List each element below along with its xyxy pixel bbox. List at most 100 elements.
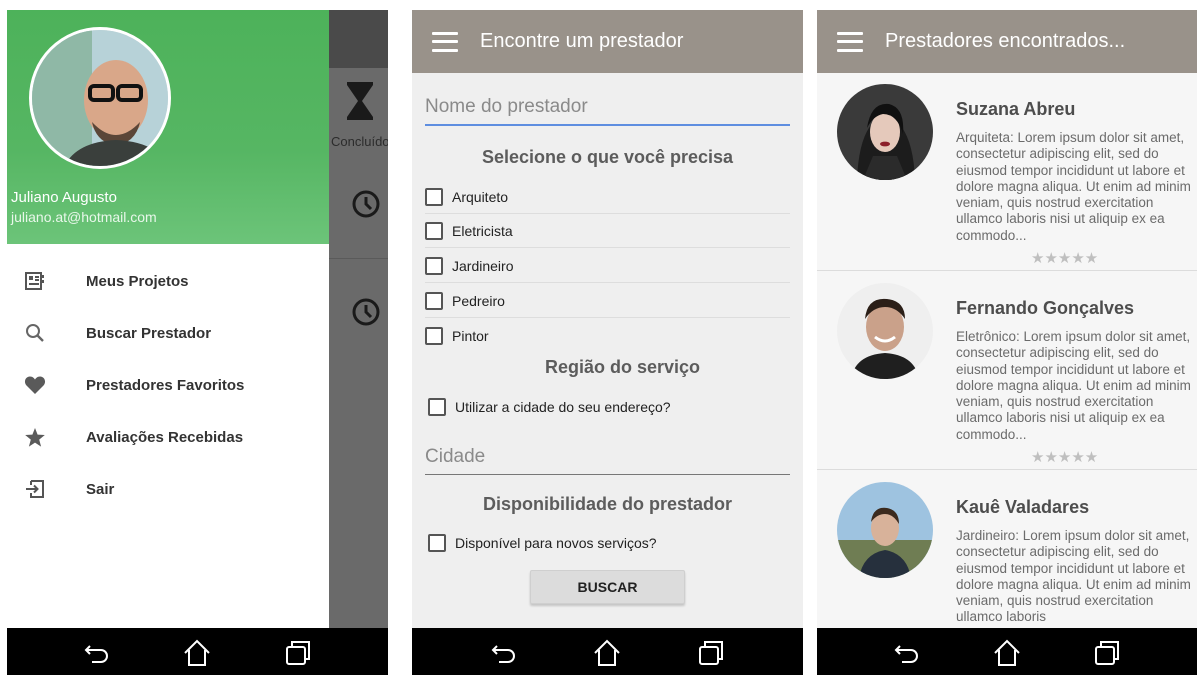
navigation-drawer: Juliano Augusto juliano.at@hotmail.com M… bbox=[7, 10, 329, 628]
option-label: Arquiteto bbox=[452, 188, 509, 205]
divider bbox=[329, 258, 388, 259]
option-label: Utilizar a cidade do seu endereço? bbox=[455, 399, 671, 415]
heart-icon bbox=[24, 374, 46, 396]
provider-avatar bbox=[837, 482, 933, 578]
recent-apps-icon bbox=[285, 640, 310, 665]
recent-apps-icon bbox=[1095, 640, 1119, 665]
menu-item-prestadores-favoritos[interactable]: Prestadores Favoritos bbox=[7, 359, 329, 411]
rating-stars: ★★★★★ bbox=[1031, 250, 1099, 267]
clock-icon bbox=[352, 190, 380, 218]
menu-item-label: Sair bbox=[86, 480, 115, 498]
system-navigation-bar bbox=[817, 628, 1197, 675]
provider-name: Suzana Abreu bbox=[956, 99, 1076, 119]
menu-item-sair[interactable]: Sair bbox=[7, 463, 329, 515]
option-pintor[interactable]: Pintor bbox=[425, 319, 790, 353]
option-label: Eletricista bbox=[452, 222, 513, 239]
provider-description: Eletrônico: Lorem ipsum dolor sit amet, … bbox=[956, 329, 1191, 442]
option-arquiteto[interactable]: Arquiteto bbox=[425, 180, 790, 214]
search-icon bbox=[24, 322, 46, 344]
checkbox[interactable] bbox=[425, 221, 443, 240]
section-title-availability: Disponibilidade do prestador bbox=[482, 494, 733, 514]
app-bar: Encontre um prestador bbox=[412, 10, 803, 73]
use-city-option[interactable]: Utilizar a cidade do seu endereço? bbox=[428, 390, 793, 424]
system-navigation-bar bbox=[7, 628, 388, 675]
clock-icon bbox=[352, 298, 380, 326]
page-title: Encontre um prestador bbox=[480, 30, 684, 52]
provider-name-input[interactable]: Nome do prestador bbox=[425, 96, 790, 126]
result-card-suzana-abreu[interactable]: Suzana Abreu Arquiteta: Lorem ipsum dolo… bbox=[817, 73, 1197, 271]
screen-navigation-drawer: Concluído Juliano Augusto juliano.at@hot… bbox=[7, 10, 388, 675]
system-navigation-bar bbox=[412, 628, 803, 675]
section-title-need: Selecione o que você precisa bbox=[481, 147, 734, 167]
provider-avatar bbox=[837, 84, 933, 180]
home-button[interactable] bbox=[177, 633, 217, 673]
home-icon bbox=[184, 639, 211, 666]
divider bbox=[817, 469, 1197, 470]
app-bar: Prestadores encontrados... bbox=[817, 10, 1197, 73]
menu-item-avaliacoes-recebidas[interactable]: Avaliações Recebidas bbox=[7, 411, 329, 463]
search-button[interactable]: BUSCAR bbox=[530, 570, 685, 604]
option-label: Pintor bbox=[452, 328, 489, 344]
back-button[interactable] bbox=[484, 633, 524, 673]
exit-icon bbox=[24, 478, 46, 500]
background-appbar bbox=[329, 10, 388, 68]
user-email: juliano.at@hotmail.com bbox=[11, 209, 157, 225]
home-button[interactable] bbox=[987, 633, 1027, 673]
option-pedreiro[interactable]: Pedreiro bbox=[425, 284, 790, 318]
home-icon bbox=[594, 639, 621, 666]
section-title-region: Região do serviço bbox=[544, 357, 701, 377]
provider-description: Arquiteta: Lorem ipsum dolor sit amet, c… bbox=[956, 130, 1191, 243]
menu-item-label: Avaliações Recebidas bbox=[86, 428, 244, 446]
drawer-header: Juliano Augusto juliano.at@hotmail.com bbox=[7, 10, 329, 244]
star-icon bbox=[24, 426, 46, 448]
recent-apps-icon bbox=[699, 640, 724, 665]
recent-apps-button[interactable] bbox=[1087, 633, 1127, 673]
menu-button[interactable] bbox=[837, 31, 863, 52]
page-title: Prestadores encontrados... bbox=[885, 30, 1126, 52]
background-content: Concluído bbox=[329, 10, 388, 628]
option-label: Disponível para novos serviços? bbox=[455, 535, 657, 551]
recent-apps-button[interactable] bbox=[691, 633, 731, 673]
back-icon bbox=[491, 644, 515, 663]
menu-item-label: Buscar Prestador bbox=[86, 324, 212, 342]
rating-stars: ★★★★★ bbox=[1031, 449, 1099, 466]
checkbox[interactable] bbox=[425, 327, 443, 345]
checkbox[interactable] bbox=[428, 398, 446, 416]
option-label: Pedreiro bbox=[452, 292, 505, 309]
provider-name: Kauê Valadares bbox=[956, 497, 1090, 517]
provider-avatar bbox=[837, 283, 933, 379]
option-label: Jardineiro bbox=[452, 257, 514, 274]
screen-results-list: Prestadores encontrados... Suzana Abreu … bbox=[817, 10, 1197, 675]
status-label: Concluído bbox=[331, 134, 388, 149]
menu-item-label: Prestadores Favoritos bbox=[86, 376, 245, 394]
provider-name: Fernando Gonçalves bbox=[956, 298, 1135, 318]
user-avatar[interactable] bbox=[29, 27, 171, 169]
checkbox[interactable] bbox=[428, 534, 446, 552]
result-card-fernando-goncalves[interactable]: Fernando Gonçalves Eletrônico: Lorem ips… bbox=[817, 272, 1197, 470]
option-eletricista[interactable]: Eletricista bbox=[425, 214, 790, 248]
checkbox[interactable] bbox=[425, 291, 443, 310]
menu-item-meus-projetos[interactable]: Meus Projetos bbox=[7, 255, 329, 307]
projects-icon bbox=[24, 270, 46, 292]
recent-apps-button[interactable] bbox=[278, 633, 318, 673]
home-icon bbox=[994, 639, 1020, 666]
back-icon bbox=[84, 644, 109, 663]
back-button[interactable] bbox=[887, 633, 927, 673]
menu-item-buscar-prestador[interactable]: Buscar Prestador bbox=[7, 307, 329, 359]
back-icon bbox=[894, 644, 918, 663]
back-button[interactable] bbox=[77, 633, 117, 673]
divider bbox=[817, 270, 1197, 271]
user-name: Juliano Augusto bbox=[11, 189, 117, 206]
screen-search-form: Encontre um prestador Nome do prestador … bbox=[412, 10, 803, 675]
home-button[interactable] bbox=[587, 633, 627, 673]
provider-description: Jardineiro: Lorem ipsum dolor sit amet, … bbox=[956, 528, 1191, 625]
option-jardineiro[interactable]: Jardineiro bbox=[425, 249, 790, 283]
checkbox[interactable] bbox=[425, 256, 443, 275]
avatar-photo bbox=[32, 30, 168, 166]
checkbox[interactable] bbox=[425, 187, 443, 206]
menu-item-label: Meus Projetos bbox=[86, 272, 189, 290]
menu-button[interactable] bbox=[432, 31, 458, 52]
available-option[interactable]: Disponível para novos serviços? bbox=[428, 526, 793, 560]
hourglass-icon bbox=[347, 82, 373, 120]
city-input[interactable]: Cidade bbox=[425, 446, 790, 475]
